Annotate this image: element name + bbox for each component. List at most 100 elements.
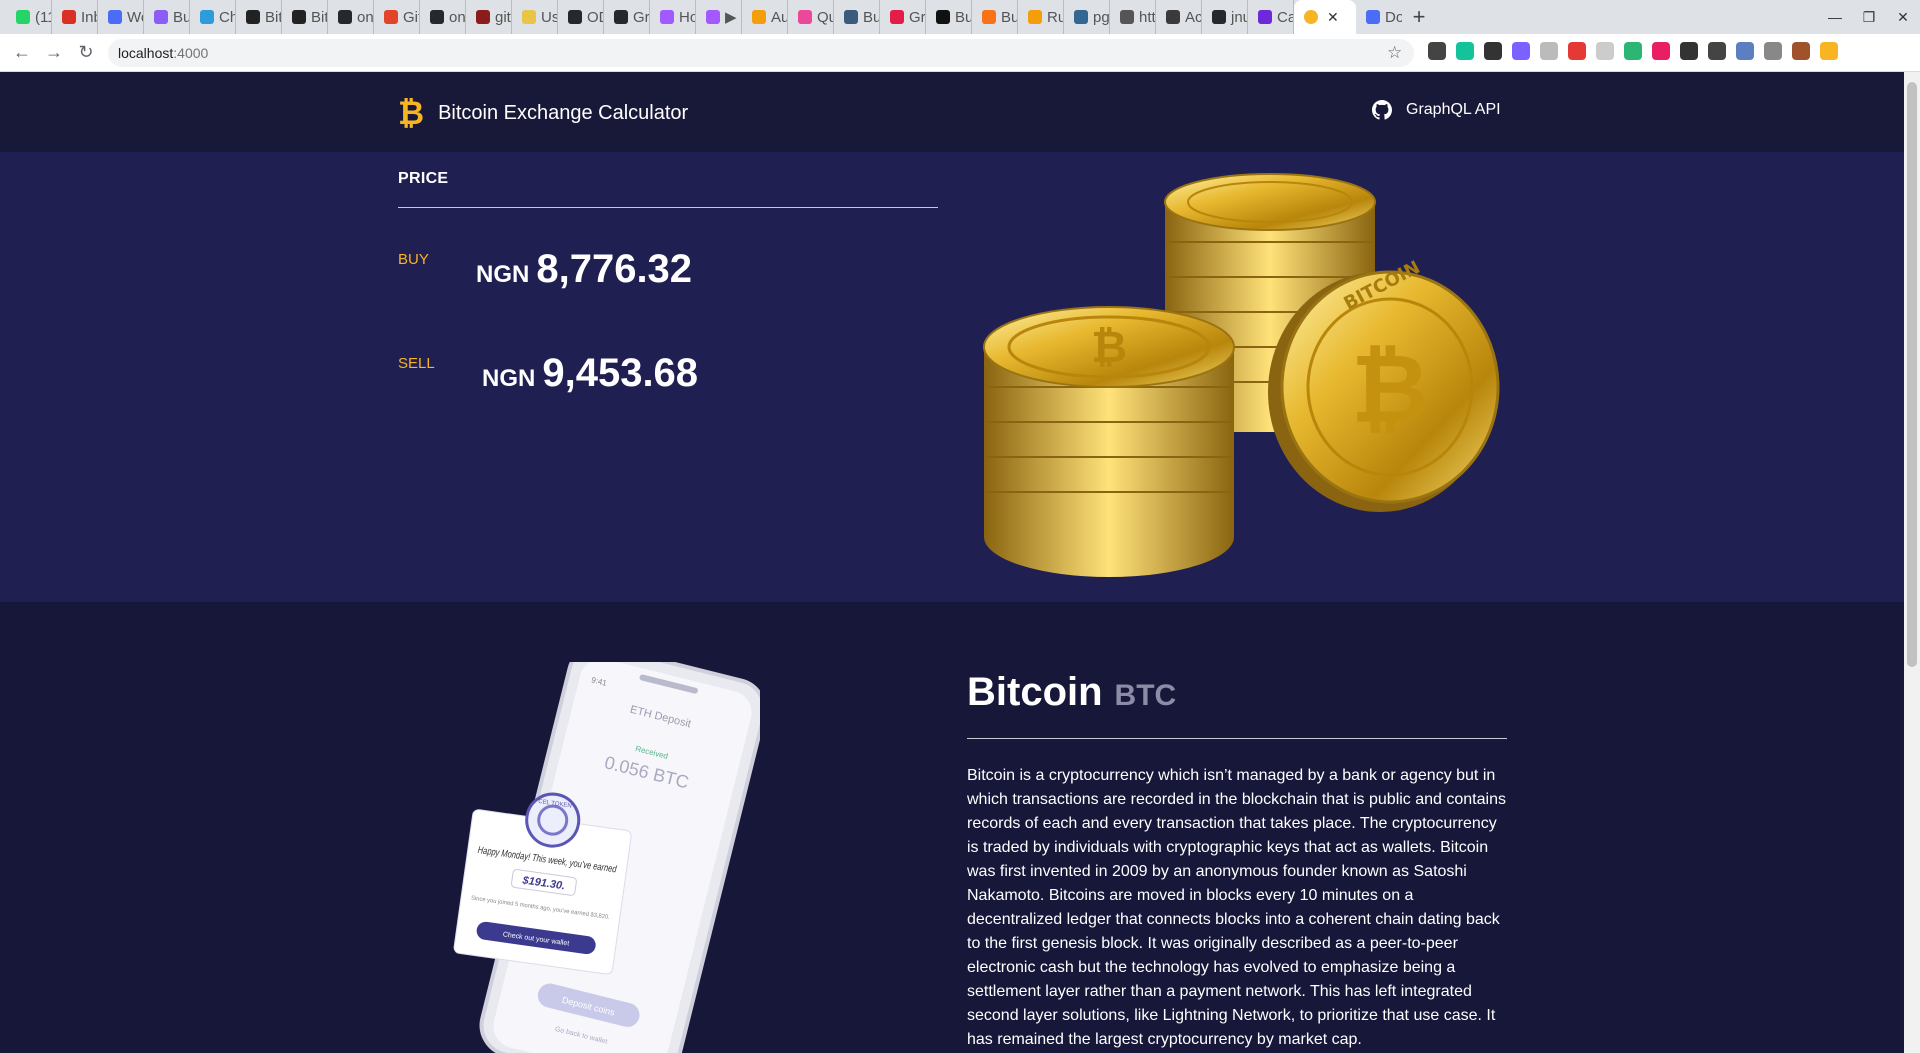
extensions-bar [1428,42,1838,60]
address-bar[interactable]: i localhost:4000 [108,39,1414,583]
browser-tab[interactable]: ▶ I [696,0,742,34]
coin-emblem-large: ₿ [1351,333,1429,445]
browser-tab[interactable]: Bu [834,0,880,34]
browser-tab[interactable]: on [420,0,466,34]
tab-title: Bu [1001,8,1018,26]
browser-tab[interactable]: Us [512,0,558,34]
browser-tab[interactable]: pg [1064,0,1110,34]
browser-tab[interactable]: Ru [1018,0,1064,34]
browser-tab[interactable]: Bu [144,0,190,34]
browser-tab[interactable]: git [466,0,512,34]
browser-tab[interactable]: Ac [1156,0,1202,34]
site-title: Bitcoin Exchange Calculator [438,101,689,124]
bookmark-star-icon[interactable]: ☆ [1387,43,1402,63]
browser-tab-active[interactable]: ✕ [1294,0,1356,34]
extension-icon[interactable] [1540,42,1558,60]
new-tab-icon[interactable]: + [1402,4,1436,30]
extension-icon[interactable] [1484,42,1502,60]
buy-price: NGN 8,776.32 [476,247,692,292]
extension-icon[interactable] [1652,42,1670,60]
extension-icon[interactable] [1792,42,1810,60]
tab-favicon-icon [62,10,76,24]
extension-icon[interactable] [1428,42,1446,60]
restore-icon[interactable]: ❐ [1852,9,1886,26]
tab-favicon-icon [476,10,490,24]
minimize-icon[interactable]: — [1818,9,1852,25]
browser-tab[interactable]: on [328,0,374,34]
close-window-icon[interactable]: ✕ [1886,9,1920,26]
tab-title: (11 [35,8,51,26]
tab-favicon-icon [614,10,628,24]
browser-tab[interactable]: Ca [1248,0,1294,34]
buy-value: 8,776.32 [536,247,693,291]
tab-favicon-icon [154,10,168,24]
coin-ticker: BTC [1114,679,1177,712]
tab-title: Bit [311,8,328,26]
extension-icon[interactable] [1456,42,1474,60]
site-header: ₿ Bitcoin Exchange Calculator GraphQL AP… [0,72,1904,152]
back-icon[interactable]: ← [6,42,38,63]
browser-tab[interactable]: Do [1356,0,1402,34]
browser-tab[interactable]: Gr [880,0,926,34]
coin-info-section: 9:41 ETH Deposit Received 0.056 BTC Depo… [0,602,1904,1053]
tab-favicon-icon [982,10,996,24]
extension-icon[interactable] [1596,42,1614,60]
browser-tab[interactable]: jnu [1202,0,1248,34]
tab-title: Ho [679,8,695,26]
bitcoin-logo-icon: ₿ [398,95,425,131]
forward-icon[interactable]: → [38,42,70,63]
extension-icon[interactable] [1680,42,1698,60]
tab-favicon-icon [246,10,260,24]
extension-icon[interactable] [1568,42,1586,60]
close-tab-icon[interactable]: ✕ [1327,9,1339,26]
browser-tab[interactable]: (11 [6,0,52,34]
browser-tab[interactable]: Inb [52,0,98,34]
tab-title: OD [587,8,603,26]
tab-favicon-icon [798,10,812,24]
browser-tab[interactable]: Ho [650,0,696,34]
github-icon [1372,100,1392,120]
tab-title: git [495,8,511,26]
browser-tab[interactable]: Bu [972,0,1018,34]
tab-favicon-icon [568,10,582,24]
browser-tab[interactable]: Au [742,0,788,34]
browser-tab[interactable]: Gr [604,0,650,34]
browser-tab[interactable]: Git [374,0,420,34]
browser-tab[interactable]: htt [1110,0,1156,34]
page-scrollbar[interactable] [1904,72,1920,1053]
extension-icon[interactable] [1736,42,1754,60]
tab-title: Ru [1047,8,1063,26]
tab-title: ▶ I [725,9,741,26]
tab-title: Us [541,8,558,26]
browser-tab[interactable]: Bit [282,0,328,34]
scrollbar-thumb[interactable] [1907,82,1917,667]
sell-price: NGN 9,453.68 [482,351,698,396]
extension-icon[interactable] [1624,42,1642,60]
graphql-api-link[interactable]: GraphQL API [1372,100,1501,120]
tab-favicon-icon [890,10,904,24]
tab-title: Do [1385,8,1402,26]
browser-tab[interactable]: Wo [98,0,144,34]
extension-icon[interactable] [1764,42,1782,60]
browser-tab[interactable]: OD [558,0,604,34]
url-host: localhost [118,45,174,61]
tab-title: Bu [173,8,190,26]
tab-title: on [449,8,466,26]
browser-tab[interactable]: Qu [788,0,834,34]
browser-tab[interactable]: Bu [926,0,972,34]
tab-favicon-icon [1212,10,1226,24]
browser-tab[interactable]: Bit [236,0,282,34]
wallet-app-phone-image: 9:41 ETH Deposit Received 0.056 BTC Depo… [453,662,760,1053]
sell-currency: NGN [482,365,536,392]
tab-favicon-icon [1304,10,1318,24]
brand[interactable]: ₿ Bitcoin Exchange Calculator [398,97,688,129]
tab-favicon-icon [16,10,30,24]
tab-favicon-icon [706,10,720,24]
reload-icon[interactable]: ↻ [70,42,102,63]
tab-title: jnu [1231,8,1247,26]
extension-icon[interactable] [1512,42,1530,60]
extension-icon[interactable] [1708,42,1726,60]
extension-icon[interactable] [1820,42,1838,60]
coin-emblem-small: ₿ [1091,322,1127,373]
browser-tab[interactable]: Ch [190,0,236,34]
